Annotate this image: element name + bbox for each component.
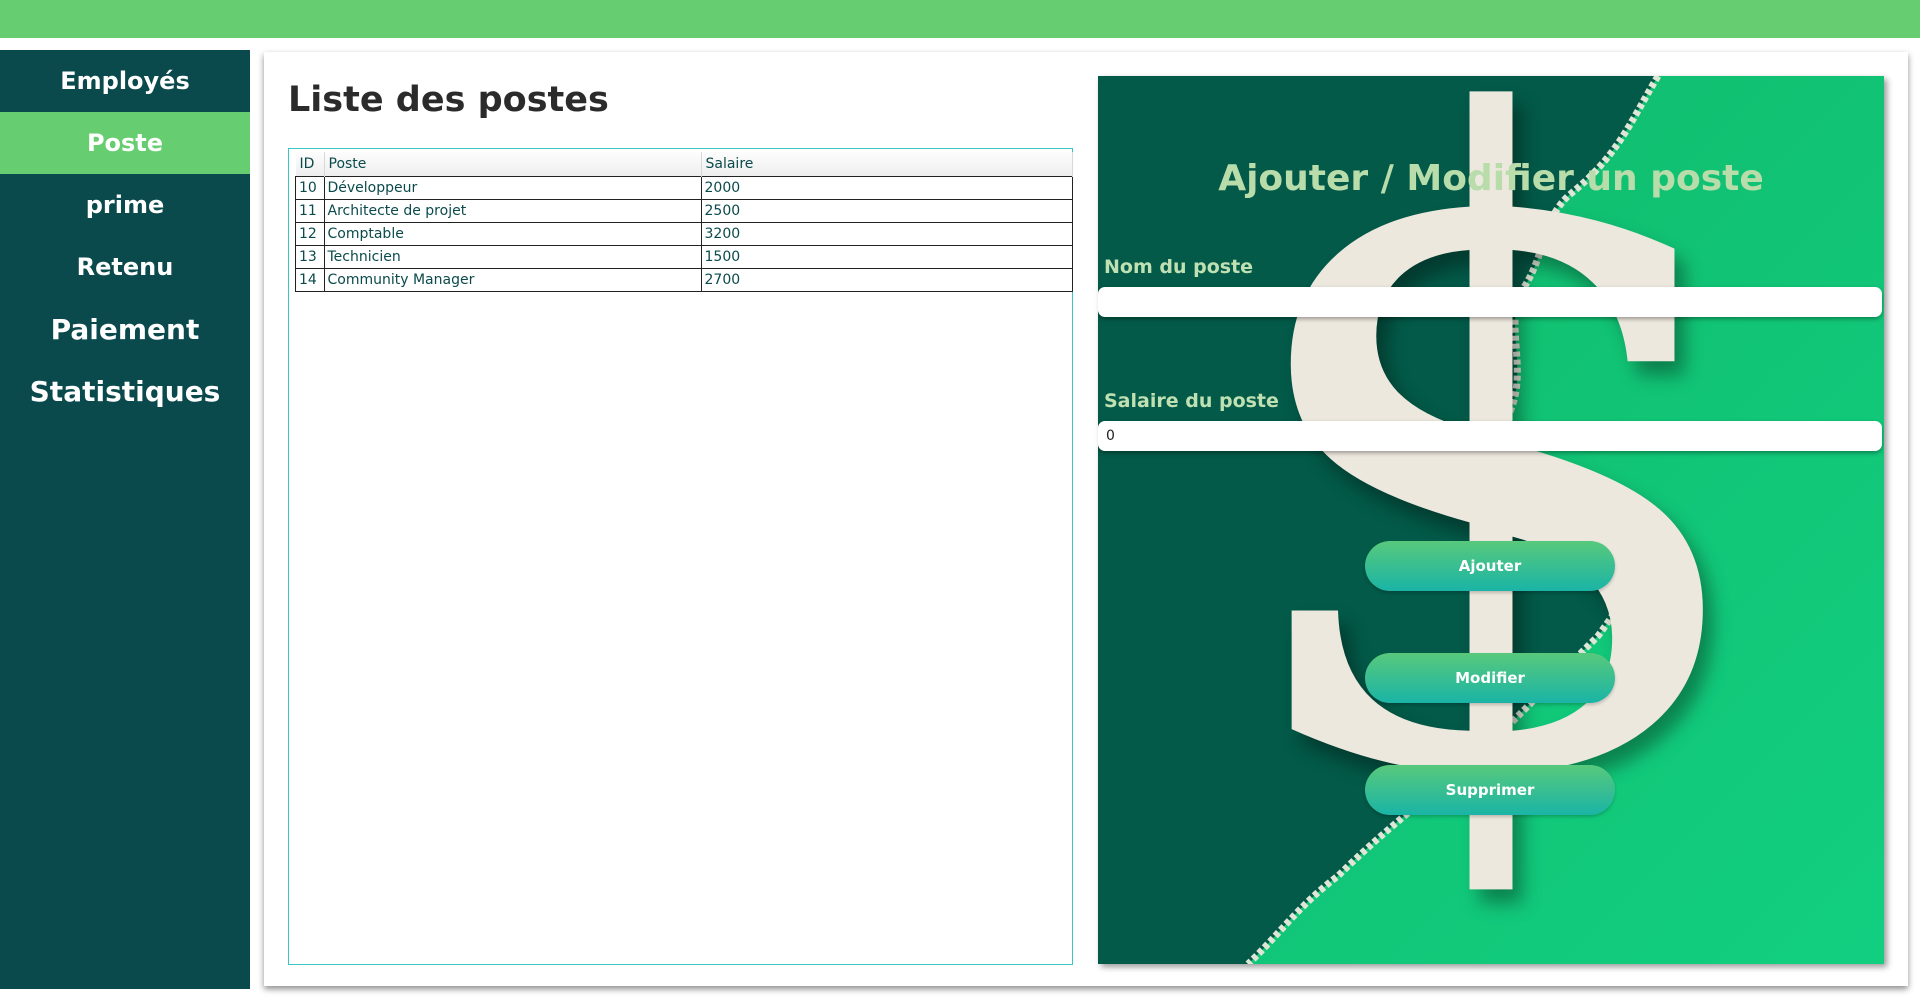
postes-table-container[interactable]: ID Poste Salaire 10 Développeur 2000 11 … bbox=[288, 148, 1073, 965]
cell-poste: Comptable bbox=[323, 222, 702, 246]
supprimer-button[interactable]: Supprimer bbox=[1365, 765, 1615, 815]
cell-poste: Technicien bbox=[323, 245, 702, 269]
cell-salaire: 2700 bbox=[700, 268, 1073, 292]
nom-poste-label: Nom du poste bbox=[1104, 256, 1254, 278]
cell-id: 13 bbox=[295, 245, 325, 269]
nom-poste-input[interactable] bbox=[1098, 287, 1882, 317]
cell-salaire: 1500 bbox=[700, 245, 1073, 269]
form-title: Ajouter / Modifier un poste bbox=[1218, 157, 1764, 199]
column-header-poste[interactable]: Poste bbox=[324, 152, 702, 177]
cell-salaire: 2500 bbox=[700, 199, 1073, 223]
table-row[interactable]: 13 Technicien 1500 bbox=[295, 245, 1073, 269]
table-row[interactable]: 11 Architecte de projet 2500 bbox=[295, 199, 1073, 223]
sidebar-item-prime[interactable]: prime bbox=[0, 174, 250, 236]
column-header-id[interactable]: ID bbox=[295, 152, 325, 177]
cell-poste: Développeur bbox=[323, 176, 702, 200]
main-content: Liste des postes ID Poste Salaire 10 Dév… bbox=[264, 52, 1908, 986]
sidebar-item-employes[interactable]: Employés bbox=[0, 50, 250, 112]
sidebar-item-statistiques[interactable]: Statistiques bbox=[0, 360, 250, 422]
cell-salaire: 3200 bbox=[700, 222, 1073, 246]
cell-poste: Architecte de projet bbox=[323, 199, 702, 223]
table-row[interactable]: 10 Développeur 2000 bbox=[295, 176, 1073, 200]
table-header-row: ID Poste Salaire bbox=[295, 152, 1073, 177]
cell-id: 10 bbox=[295, 176, 325, 200]
modifier-button[interactable]: Modifier bbox=[1365, 653, 1615, 703]
cell-id: 11 bbox=[295, 199, 325, 223]
table-row[interactable]: 14 Community Manager 2700 bbox=[295, 268, 1073, 292]
page-title: Liste des postes bbox=[288, 80, 609, 120]
sidebar-item-retenu[interactable]: Retenu bbox=[0, 236, 250, 298]
table-row[interactable]: 12 Comptable 3200 bbox=[295, 222, 1073, 246]
sidebar-item-poste[interactable]: Poste bbox=[0, 112, 250, 174]
cell-salaire: 2000 bbox=[700, 176, 1073, 200]
salaire-poste-input[interactable] bbox=[1098, 421, 1882, 451]
postes-table: ID Poste Salaire 10 Développeur 2000 11 … bbox=[295, 152, 1073, 292]
sidebar: Employés Poste prime Retenu Paiement Sta… bbox=[0, 50, 250, 989]
cell-id: 14 bbox=[295, 268, 325, 292]
top-bar bbox=[0, 0, 1920, 38]
poste-form-panel: $ Ajouter / Modifier un poste Nom du pos… bbox=[1098, 76, 1884, 964]
ajouter-button[interactable]: Ajouter bbox=[1365, 541, 1615, 591]
salaire-poste-label: Salaire du poste bbox=[1104, 390, 1279, 412]
cell-id: 12 bbox=[295, 222, 325, 246]
cell-poste: Community Manager bbox=[323, 268, 702, 292]
column-header-salaire[interactable]: Salaire bbox=[701, 152, 1073, 177]
sidebar-item-paiement[interactable]: Paiement bbox=[0, 298, 250, 360]
